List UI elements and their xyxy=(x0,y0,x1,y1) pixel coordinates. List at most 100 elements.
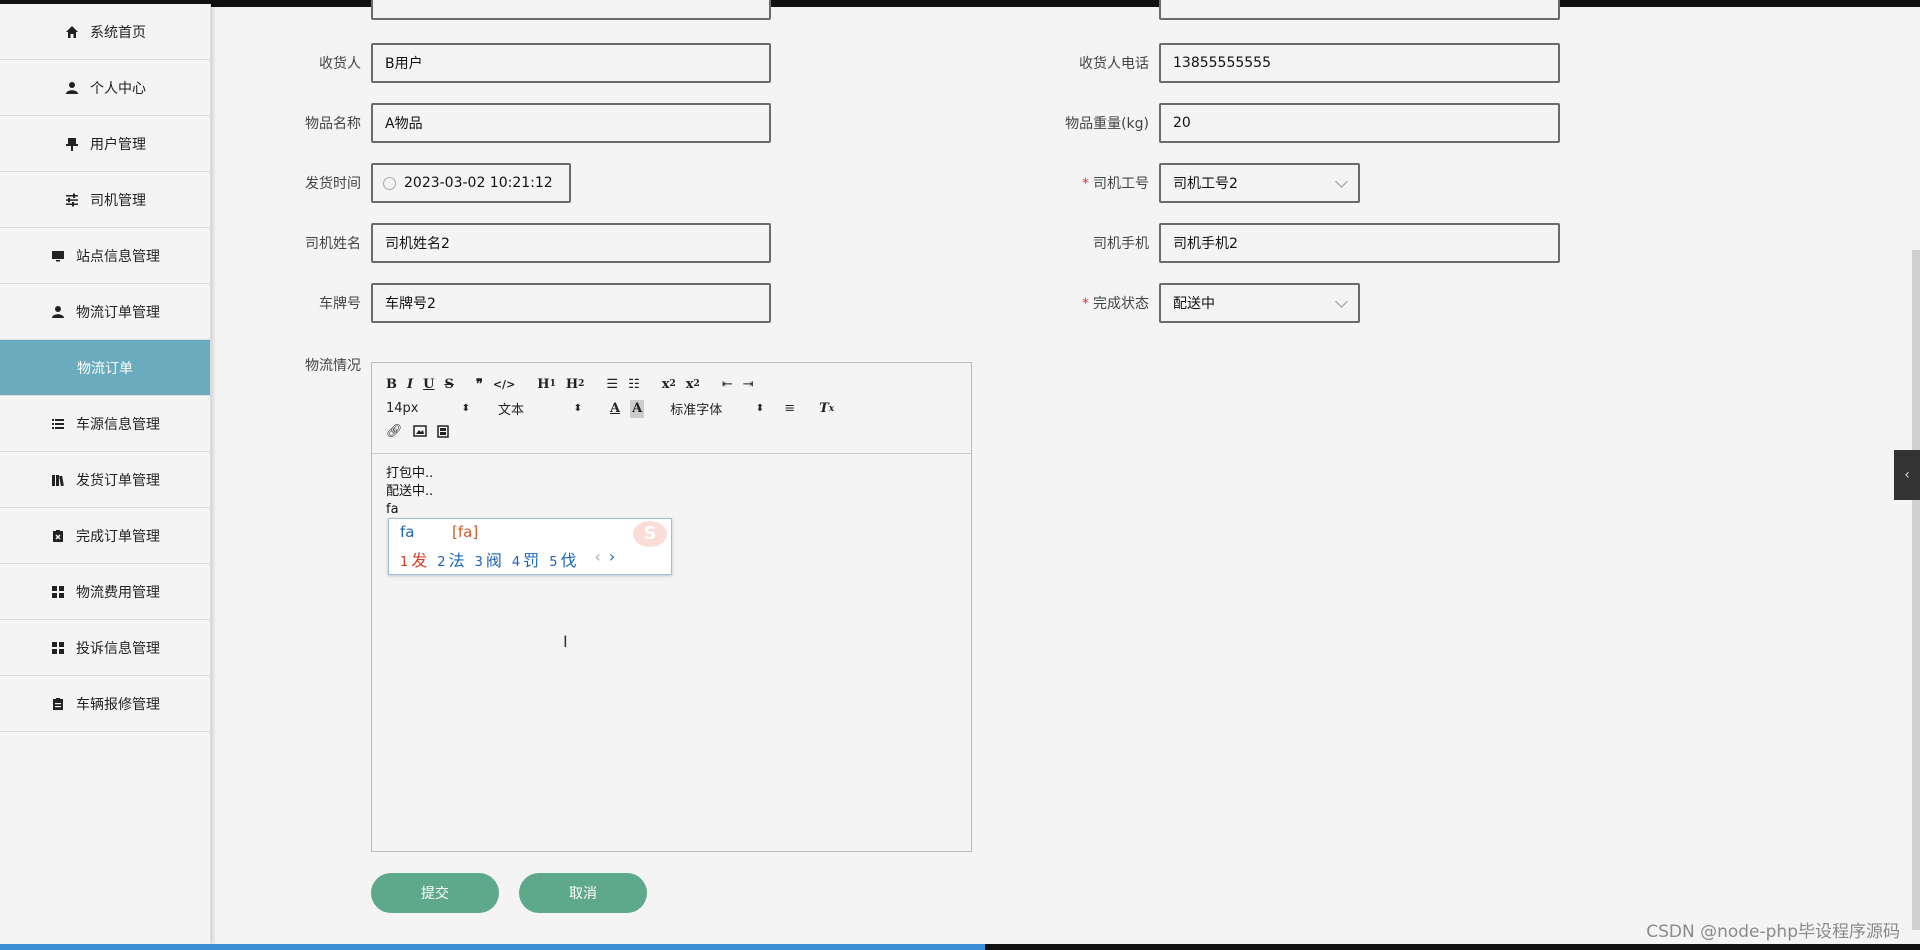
monitor-icon xyxy=(50,248,66,264)
item-name-input[interactable]: A物品 xyxy=(371,103,771,143)
blockquote-icon[interactable]: ❞ xyxy=(476,375,483,393)
updown-icon: ⬍ xyxy=(573,403,582,414)
driver-phone-input[interactable]: 司机手机2 xyxy=(1159,223,1560,263)
video-icon[interactable] xyxy=(436,422,449,440)
image-icon[interactable] xyxy=(412,422,427,440)
ime-candidate[interactable]: 2法 xyxy=(437,547,464,571)
header1-icon[interactable]: H1 xyxy=(537,375,556,393)
driver-name-label: 司机姓名 xyxy=(305,236,361,252)
consignee-label: 收货人 xyxy=(319,56,361,72)
item-weight-input[interactable]: 20 xyxy=(1159,103,1560,143)
sidebar-item-logistics-orders[interactable]: 物流订单管理 xyxy=(0,284,210,340)
link-icon[interactable]: 🔗︎ xyxy=(386,422,403,440)
outdent-icon[interactable]: ⇤ xyxy=(722,375,733,393)
pin-icon xyxy=(64,136,80,152)
text-cursor-icon: I xyxy=(563,632,568,651)
list-icon xyxy=(50,416,66,432)
strikethrough-icon[interactable]: S xyxy=(444,375,453,393)
sidebar-item-label: 发货订单管理 xyxy=(76,472,160,489)
cut-off-field-right[interactable] xyxy=(1159,0,1560,20)
ime-candidate[interactable]: 3阀 xyxy=(475,547,502,571)
ime-next-icon[interactable]: › xyxy=(609,547,615,571)
cut-off-field-left[interactable] xyxy=(371,0,771,20)
bullet-list-icon[interactable]: ☷ xyxy=(628,375,640,393)
submit-button[interactable]: 提交 xyxy=(371,873,499,913)
font-family-select[interactable]: 标准字体 ⬍ xyxy=(670,399,764,418)
underline-icon[interactable]: U xyxy=(423,375,434,393)
clock-icon xyxy=(383,176,396,190)
driver-name-input[interactable]: 司机姓名2 xyxy=(371,223,771,263)
sidebar-item-users[interactable]: 用户管理 xyxy=(0,116,210,172)
sidebar-item-label: 用户管理 xyxy=(90,136,146,153)
sidebar-item-label: 投诉信息管理 xyxy=(76,640,160,657)
sidebar-item-completed-orders[interactable]: 完成订单管理 xyxy=(0,508,210,564)
sidebar-item-vehicle-sources[interactable]: 车源信息管理 xyxy=(0,396,210,452)
ime-candidate[interactable]: 1发 xyxy=(400,547,427,571)
consignee-phone-input[interactable]: 13855555555 xyxy=(1159,43,1560,83)
font-size-select[interactable]: 14px ⬍ xyxy=(386,401,470,416)
sidebar-item-repairs[interactable]: 车辆报修管理 xyxy=(0,676,210,732)
driver-id-select[interactable]: 司机工号2 xyxy=(1159,163,1360,203)
sidebar-item-fees[interactable]: 物流费用管理 xyxy=(0,564,210,620)
item-weight-label: 物品重量(kg) xyxy=(1065,116,1149,132)
consignee-input[interactable]: B用户 xyxy=(371,43,771,83)
driver-id-value: 司机工号2 xyxy=(1173,176,1238,192)
driver-phone-label: 司机手机 xyxy=(1093,236,1149,252)
bold-icon[interactable]: B xyxy=(386,375,397,393)
background-color-icon[interactable]: A xyxy=(630,399,645,418)
sidebar-item-label: 司机管理 xyxy=(90,192,146,209)
font-color-icon[interactable]: A xyxy=(610,400,620,418)
font-size-value: 14px xyxy=(386,401,419,416)
updown-icon: ⬍ xyxy=(461,403,470,414)
driver-id-label-text: 司机工号 xyxy=(1093,176,1149,192)
grid-icon xyxy=(50,584,66,600)
sidebar-item-label: 物流订单管理 xyxy=(76,304,160,321)
sidebar-item-home[interactable]: 系统首页 xyxy=(0,4,210,60)
font-family-value: 标准字体 xyxy=(670,403,723,418)
editor-content[interactable]: 打包中.. 配送中.. fa xyxy=(386,465,433,519)
sidebar-subitem-logistics-order[interactable]: 物流订单 xyxy=(0,340,210,396)
ime-input: fa xyxy=(400,523,415,541)
subscript-icon[interactable]: x2 xyxy=(662,375,676,393)
user-icon xyxy=(64,80,80,96)
ime-prev-icon[interactable]: ‹ xyxy=(594,547,600,571)
align-icon[interactable]: ≡ xyxy=(784,400,795,418)
updown-icon: ⬍ xyxy=(755,403,765,414)
required-mark: * xyxy=(1082,176,1089,192)
cancel-button[interactable]: 取消 xyxy=(519,873,647,913)
ime-candidate[interactable]: 5伐 xyxy=(549,547,576,571)
code-icon[interactable]: </> xyxy=(493,375,515,393)
scrollbar[interactable] xyxy=(1912,250,1920,930)
grid-icon xyxy=(50,640,66,656)
rich-text-editor: B I U S ❞ </> H1 H2 ☰ ☷ x2 x2 ⇤ ⇥ 14px ⬍ … xyxy=(371,362,972,852)
window-bottom-bar xyxy=(0,944,1920,950)
sidebar-item-profile[interactable]: 个人中心 xyxy=(0,60,210,116)
editor-line: fa xyxy=(386,502,399,517)
clear-format-icon[interactable]: Tx xyxy=(819,400,834,418)
plate-input[interactable]: 车牌号2 xyxy=(371,283,771,323)
books-icon xyxy=(50,472,66,488)
status-label-text: 完成状态 xyxy=(1093,296,1149,312)
ship-time-picker[interactable]: 2023-03-02 10:21:12 xyxy=(371,163,571,203)
ime-candidate[interactable]: 4罚 xyxy=(512,547,539,571)
chevron-left-icon: ‹ xyxy=(1904,467,1910,483)
superscript-icon[interactable]: x2 xyxy=(686,375,700,393)
sidebar-item-complaints[interactable]: 投诉信息管理 xyxy=(0,620,210,676)
editor-toolbar: B I U S ❞ </> H1 H2 ☰ ☷ x2 x2 ⇤ ⇥ 14px ⬍ … xyxy=(372,363,971,454)
header2-icon[interactable]: H2 xyxy=(566,375,585,393)
collapse-panel-button[interactable]: ‹ xyxy=(1894,450,1920,500)
sidebar-item-label: 完成订单管理 xyxy=(76,528,160,545)
window-top-bar xyxy=(0,0,1920,7)
sidebar: 系统首页 个人中心 用户管理 司机管理 站点信息管理 物流订单管理 物流订单 车… xyxy=(0,4,211,944)
indent-icon[interactable]: ⇥ xyxy=(743,375,754,393)
progress-line xyxy=(0,944,985,950)
status-select[interactable]: 配送中 xyxy=(1159,283,1360,323)
text-type-select[interactable]: 文本 ⬍ xyxy=(498,399,582,418)
sidebar-item-stations[interactable]: 站点信息管理 xyxy=(0,228,210,284)
sidebar-item-drivers[interactable]: 司机管理 xyxy=(0,172,210,228)
italic-icon[interactable]: I xyxy=(407,375,413,393)
sidebar-item-shipping-orders[interactable]: 发货订单管理 xyxy=(0,452,210,508)
item-name-label: 物品名称 xyxy=(305,116,361,132)
ordered-list-icon[interactable]: ☰ xyxy=(606,375,618,393)
watermark: CSDN @node-php毕设程序源码 xyxy=(1646,922,1900,942)
